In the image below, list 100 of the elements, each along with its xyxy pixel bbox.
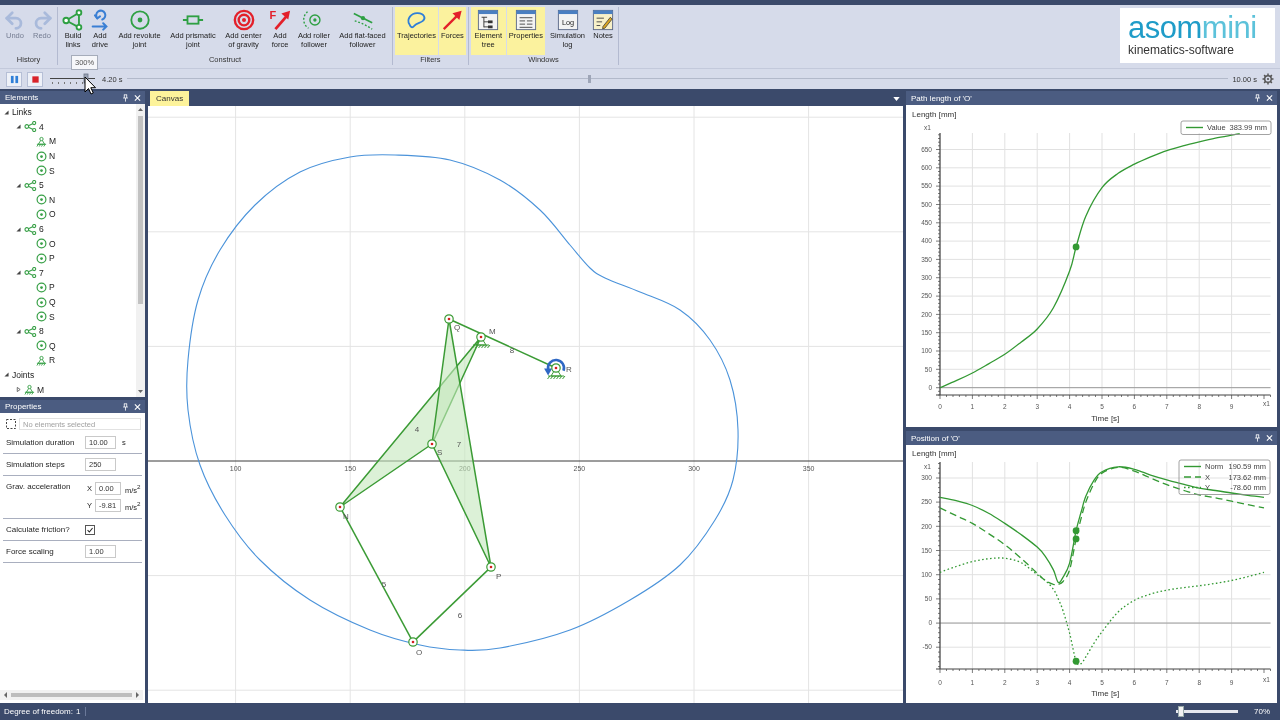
- timeline-thumb[interactable]: [588, 75, 592, 83]
- link-label: 4: [414, 425, 420, 434]
- joint-label: Q: [454, 323, 461, 332]
- checkmark-icon: [86, 526, 94, 534]
- ground-joint: [472, 332, 491, 349]
- solid-line-icon: [1185, 126, 1204, 129]
- log-window-icon: Log: [556, 9, 579, 31]
- tree-item[interactable]: O: [0, 207, 58, 222]
- tree-item[interactable]: N: [0, 148, 58, 164]
- tree-item[interactable]: S: [0, 163, 57, 178]
- tree-item[interactable]: N: [0, 192, 58, 208]
- circle-dot-icon: [36, 208, 47, 220]
- ground-support-icon: [36, 354, 47, 366]
- stop-button[interactable]: [27, 71, 43, 87]
- circle-dot-icon: [36, 194, 47, 206]
- close-icon[interactable]: [1266, 434, 1273, 442]
- tree-item[interactable]: 8: [0, 323, 46, 339]
- property-label: Simulation duration: [6, 437, 76, 449]
- pin-icon[interactable]: [122, 402, 129, 411]
- canvas-tab[interactable]: Canvas: [150, 91, 190, 106]
- link-graph-icon: [24, 121, 37, 133]
- zoom-percent: 70%: [1254, 707, 1270, 716]
- joint-label: R: [566, 365, 572, 374]
- collapsed-arrow-icon[interactable]: [16, 387, 21, 393]
- dropdown-arrow-icon[interactable]: [893, 96, 900, 101]
- tree-item[interactable]: Joints: [0, 367, 37, 383]
- tree-item[interactable]: Links: [0, 105, 34, 120]
- axis-title: Time [s]: [1091, 414, 1120, 423]
- joint-label: S: [437, 448, 443, 457]
- tree-item[interactable]: P: [0, 250, 57, 266]
- circle-dot-icon: [36, 340, 47, 352]
- expanded-arrow-icon[interactable]: [4, 109, 9, 115]
- panel-title: Path length of 'O': [911, 93, 973, 103]
- link-label: 6: [457, 611, 463, 620]
- tree-item[interactable]: O: [0, 236, 58, 251]
- pin-icon[interactable]: [122, 93, 129, 102]
- tree-item[interactable]: P: [0, 280, 57, 295]
- expanded-arrow-icon[interactable]: [16, 328, 21, 334]
- close-icon[interactable]: [134, 402, 141, 411]
- expanded-arrow-icon[interactable]: [16, 124, 21, 130]
- loop-curve-icon: [405, 9, 428, 31]
- target-icon: [232, 9, 255, 31]
- dashed-square-icon: [6, 419, 16, 429]
- tree-item[interactable]: R: [0, 353, 58, 368]
- revolute-joint: [444, 314, 454, 324]
- tree-item[interactable]: M: [0, 134, 59, 149]
- close-icon[interactable]: [1266, 94, 1273, 102]
- link-graph-icon: [24, 179, 37, 191]
- drive-arrow-icon: [89, 9, 111, 31]
- circle-dot-icon: [36, 311, 47, 323]
- link-graph-icon: [24, 223, 37, 235]
- vertical-scrollbar[interactable]: [136, 104, 145, 397]
- expanded-arrow-icon[interactable]: [16, 226, 21, 232]
- link-label: 5: [381, 580, 387, 589]
- settings-icon[interactable]: [1262, 73, 1274, 85]
- stop-icon: [30, 74, 40, 84]
- link-graph-icon: [24, 267, 37, 279]
- joint-label: O: [416, 648, 423, 657]
- logo-tagline: kinematics-software: [1128, 43, 1236, 57]
- diagonal-arrow-icon: [441, 9, 464, 31]
- axis-title: Length [mm]: [912, 110, 957, 119]
- circle-dot-icon: [128, 9, 151, 31]
- joint-label: N: [343, 512, 349, 521]
- expanded-arrow-icon[interactable]: [4, 372, 9, 378]
- property-label: Force scaling: [6, 546, 55, 558]
- status-label: Degree of freedom:: [4, 707, 73, 716]
- ground-support-icon: [36, 136, 47, 147]
- pin-icon[interactable]: [1254, 434, 1261, 442]
- axis-title: Time [s]: [1091, 689, 1120, 698]
- tree-item[interactable]: 5: [0, 177, 46, 193]
- expanded-arrow-icon[interactable]: [16, 270, 21, 276]
- circle-dot-icon: [36, 150, 47, 162]
- expanded-arrow-icon[interactable]: [16, 182, 21, 188]
- horizontal-scrollbar[interactable]: [0, 690, 143, 700]
- checkbox[interactable]: [85, 525, 95, 535]
- zoom-slider-thumb[interactable]: [1178, 706, 1185, 717]
- link-label: 7: [456, 440, 462, 449]
- property-label: Simulation steps: [6, 459, 66, 471]
- tree-item[interactable]: M: [0, 382, 47, 397]
- property-label: Grav. acceleration: [6, 481, 72, 493]
- link-graph-icon: [24, 325, 37, 337]
- status-value: 1: [75, 707, 87, 716]
- notes-pencil-icon: [592, 9, 614, 31]
- tree-item[interactable]: Q: [0, 294, 58, 310]
- tree-window-icon: [477, 9, 500, 31]
- axis-title: Length [mm]: [912, 449, 957, 458]
- circle-dot-icon: [36, 296, 47, 308]
- tree-item[interactable]: 4: [0, 119, 46, 135]
- tree-item[interactable]: 7: [0, 265, 46, 281]
- panel-title: Position of 'O': [911, 433, 961, 443]
- dotted-line-icon: [1183, 486, 1202, 489]
- tree-item[interactable]: S: [0, 309, 57, 324]
- revolute-joint: [408, 637, 418, 647]
- pin-icon[interactable]: [1254, 94, 1261, 102]
- pause-button[interactable]: [6, 71, 22, 87]
- circle-dot-icon: [36, 238, 47, 250]
- tree-item[interactable]: Q: [0, 338, 58, 354]
- close-icon[interactable]: [134, 93, 141, 102]
- tree-item[interactable]: 6: [0, 221, 46, 237]
- panel-title: Elements: [5, 93, 40, 102]
